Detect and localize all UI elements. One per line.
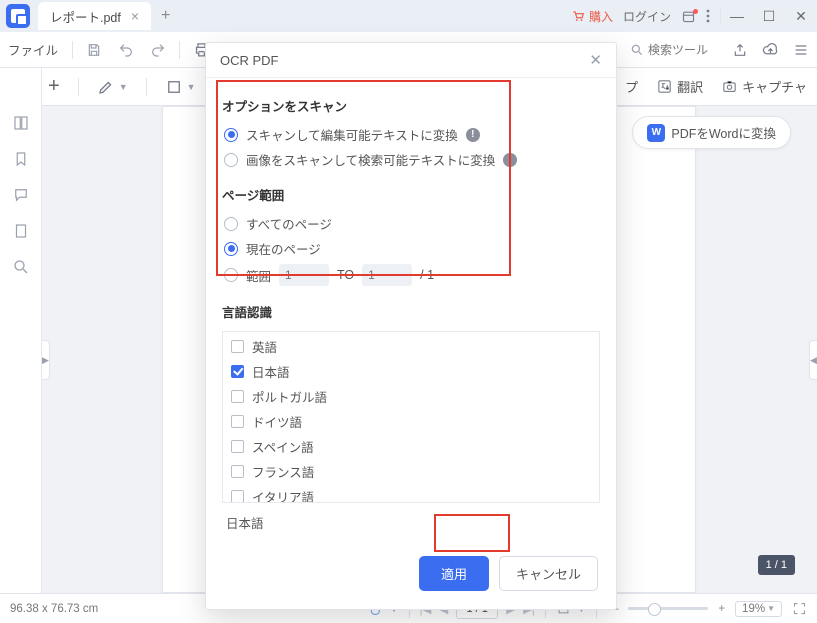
language-heading: 言語認識 [222, 302, 600, 321]
notification-dot [693, 9, 698, 14]
range-custom[interactable]: 範囲 TO / 1 [224, 264, 600, 286]
shape-tool[interactable]: ▼ [165, 78, 196, 96]
translate-icon [656, 78, 673, 95]
language-option[interactable]: イタリア語 [223, 484, 599, 503]
document-tab[interactable]: レポート.pdf × [38, 2, 151, 30]
capture-button[interactable]: キャプチャ [721, 77, 807, 96]
zoom-in-icon[interactable]: + [718, 603, 725, 615]
search-panel-icon[interactable] [12, 258, 30, 276]
info-icon[interactable]: ! [466, 128, 480, 142]
attachment-icon[interactable] [12, 222, 30, 240]
chevron-down-icon: ▼ [767, 604, 775, 613]
kebab-menu[interactable] [706, 9, 710, 23]
hamburger-icon[interactable] [793, 42, 809, 58]
language-option[interactable]: ポルトガル語 [223, 384, 599, 409]
expand-right-panel[interactable]: ◀ [809, 340, 817, 380]
redo-icon[interactable] [147, 39, 169, 61]
radio-icon [224, 128, 238, 142]
checkbox-icon [231, 465, 244, 478]
maximize-button[interactable]: ☐ [753, 2, 785, 30]
close-tab-icon[interactable]: × [131, 8, 139, 24]
fullscreen-icon[interactable] [792, 601, 807, 616]
search-icon [630, 43, 644, 57]
word-icon: W [647, 124, 665, 142]
checkbox-icon [231, 415, 244, 428]
tab-item[interactable]: プ [625, 77, 638, 96]
share-icon[interactable] [732, 42, 748, 58]
checkbox-icon [231, 365, 244, 378]
highlighter-tool[interactable]: ▼ [97, 78, 128, 96]
checkbox-icon [231, 340, 244, 353]
dialog-title: OCR PDF [220, 53, 279, 68]
titlebar: レポート.pdf × + 購入 ログイン — ☐ ✕ [0, 0, 817, 32]
chevron-down-icon: ▼ [187, 82, 196, 92]
app-logo [6, 4, 30, 28]
zoom-in-button[interactable]: + [48, 75, 60, 98]
purchase-link[interactable]: 購入 [571, 8, 613, 25]
radio-icon [224, 153, 238, 167]
close-window-button[interactable]: ✕ [785, 2, 817, 30]
zoom-slider[interactable] [628, 607, 708, 610]
login-link[interactable]: ログイン [623, 8, 671, 25]
cart-icon [571, 9, 585, 23]
radio-icon [224, 268, 238, 282]
radio-icon [224, 242, 238, 256]
language-option[interactable]: スペイン語 [223, 434, 599, 459]
language-option[interactable]: ドイツ語 [223, 409, 599, 434]
radio-icon [224, 217, 238, 231]
checkbox-icon [231, 440, 244, 453]
scan-option-searchable[interactable]: 画像をスキャンして検索可能テキストに変換 ! [224, 150, 600, 169]
search-tool-link[interactable]: 検索ツール [630, 41, 708, 58]
comment-icon[interactable] [12, 186, 30, 204]
page-indicator-chip: 1 / 1 [758, 555, 795, 575]
scan-options-heading: オプションをスキャン [222, 96, 600, 115]
kebab-icon [706, 9, 710, 23]
language-option[interactable]: 日本語 [223, 359, 599, 384]
save-icon[interactable] [83, 39, 105, 61]
expand-left-panel[interactable]: ▶ [42, 340, 50, 380]
thumbnails-icon[interactable] [12, 114, 30, 132]
file-menu[interactable]: ファイル [8, 40, 58, 59]
chevron-down-icon: ▼ [119, 82, 128, 92]
left-sidebar [0, 68, 42, 593]
bookmark-icon[interactable] [12, 150, 30, 168]
undo-icon[interactable] [115, 39, 137, 61]
language-option[interactable]: 英語 [223, 334, 599, 359]
checkbox-icon [231, 390, 244, 403]
language-option[interactable]: フランス語 [223, 459, 599, 484]
checkbox-icon [231, 490, 244, 503]
page-range-heading: ページ範囲 [222, 185, 600, 204]
range-from-input[interactable] [279, 264, 329, 286]
range-to-input[interactable] [362, 264, 412, 286]
new-tab-button[interactable]: + [161, 7, 170, 25]
page-dimensions: 96.38 x 76.73 cm [10, 603, 98, 615]
zoom-level[interactable]: 19% ▼ [735, 601, 782, 617]
camera-icon [721, 78, 738, 95]
range-current-page[interactable]: 現在のページ [224, 239, 600, 258]
tab-title: レポート.pdf [50, 7, 121, 26]
language-list[interactable]: 英語日本語ポルトガル語ドイツ語スペイン語フランス語イタリア語中国語（繁体字） [222, 331, 600, 503]
notifications-button[interactable] [681, 9, 696, 24]
apply-button[interactable]: 適用 [419, 556, 489, 591]
translate-button[interactable]: 翻訳 [656, 77, 703, 96]
info-icon[interactable]: ! [503, 153, 517, 167]
cancel-button[interactable]: キャンセル [499, 556, 598, 591]
selected-language-label: 日本語 [222, 503, 600, 536]
scan-option-editable[interactable]: スキャンして編集可能テキストに変換 ! [224, 125, 600, 144]
dialog-close-button[interactable]: ✕ [589, 51, 602, 69]
ocr-pdf-dialog: OCR PDF ✕ オプションをスキャン スキャンして編集可能テキストに変換 !… [205, 42, 617, 610]
cloud-icon[interactable] [762, 41, 779, 58]
minimize-button[interactable]: — [721, 2, 753, 30]
range-all-pages[interactable]: すべてのページ [224, 214, 600, 233]
convert-to-word-pill[interactable]: W PDFをWordに変換 [632, 116, 791, 149]
